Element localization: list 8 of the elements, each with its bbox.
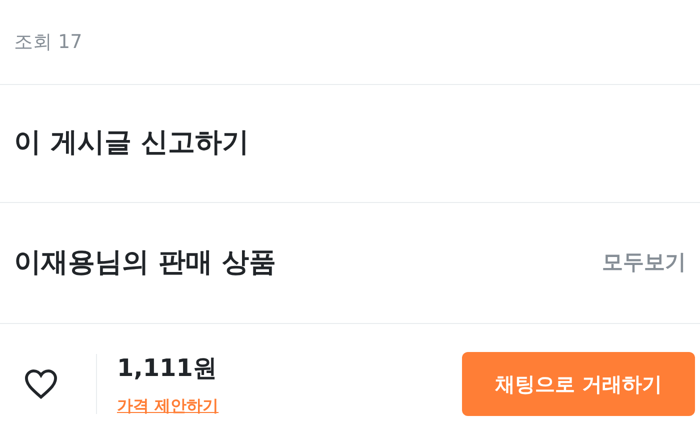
price-offer-link[interactable]: 가격 제안하기 (117, 394, 219, 418)
price: 1,111원 (117, 352, 218, 384)
heart-icon (23, 368, 59, 400)
report-post-link[interactable]: 이 게시글 신고하기 (14, 123, 249, 164)
chat-trade-button[interactable]: 채팅으로 거래하기 (462, 352, 695, 416)
see-all-link[interactable]: 모두보기 (602, 247, 686, 279)
section-title: 이재용님의 판매 상품 (14, 246, 276, 280)
view-count: 조회 17 (14, 30, 82, 55)
